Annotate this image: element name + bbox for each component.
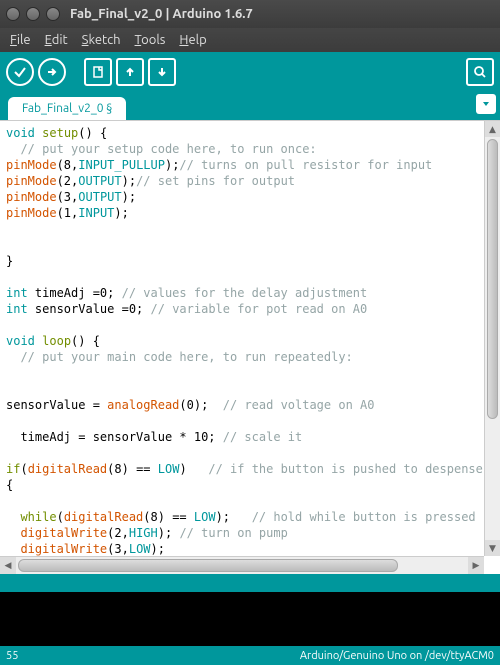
editor-area: void setup() { // put your setup code he… [0, 120, 500, 574]
menu-edit[interactable]: Edit [39, 31, 74, 49]
window-title: Fab_Final_v2_0 | Arduino 1.6.7 [70, 7, 253, 21]
window-titlebar: Fab_Final_v2_0 | Arduino 1.6.7 [0, 0, 500, 28]
board-port: Arduino/Genuino Uno on /dev/ttyACM0 [300, 650, 494, 662]
scroll-right-icon[interactable]: ▶ [468, 557, 484, 574]
tabbar: Fab_Final_v2_0 § [0, 92, 500, 120]
tab-sketch[interactable]: Fab_Final_v2_0 § [8, 97, 126, 120]
console-output[interactable] [0, 592, 500, 646]
scroll-thumb[interactable] [487, 139, 498, 419]
menu-tools[interactable]: Tools [129, 31, 172, 49]
open-button[interactable] [116, 58, 144, 86]
scroll-left-icon[interactable]: ◀ [0, 557, 16, 574]
vertical-scrollbar[interactable]: ▲ ▼ [484, 121, 500, 556]
close-icon[interactable] [6, 7, 20, 21]
tab-dropdown-button[interactable] [476, 94, 496, 114]
menu-help[interactable]: Help [173, 31, 212, 49]
code-comment: // put your setup code here, to run once… [6, 142, 317, 156]
maximize-icon[interactable] [46, 7, 60, 21]
message-area [0, 574, 500, 592]
scroll-thumb[interactable] [18, 559, 398, 572]
verify-button[interactable] [6, 58, 34, 86]
toolbar [0, 52, 500, 92]
line-number: 55 [6, 650, 18, 662]
horizontal-scrollbar[interactable]: ◀ ▶ [0, 556, 484, 574]
code-token: pinMode [6, 158, 57, 172]
new-button[interactable] [84, 58, 112, 86]
menu-sketch[interactable]: Sketch [76, 31, 127, 49]
serial-monitor-button[interactable] [466, 58, 494, 86]
minimize-icon[interactable] [26, 7, 40, 21]
statusbar: 55 Arduino/Genuino Uno on /dev/ttyACM0 [0, 646, 500, 665]
menubar: File Edit Sketch Tools Help [0, 28, 500, 52]
scroll-down-icon[interactable]: ▼ [485, 540, 500, 556]
scroll-up-icon[interactable]: ▲ [485, 121, 500, 137]
upload-button[interactable] [38, 58, 66, 86]
code-editor[interactable]: void setup() { // put your setup code he… [0, 121, 500, 574]
window-buttons [6, 7, 60, 21]
code-token: setup [42, 126, 78, 140]
menu-file[interactable]: File [4, 31, 37, 49]
save-button[interactable] [148, 58, 176, 86]
code-token: void [6, 126, 35, 140]
